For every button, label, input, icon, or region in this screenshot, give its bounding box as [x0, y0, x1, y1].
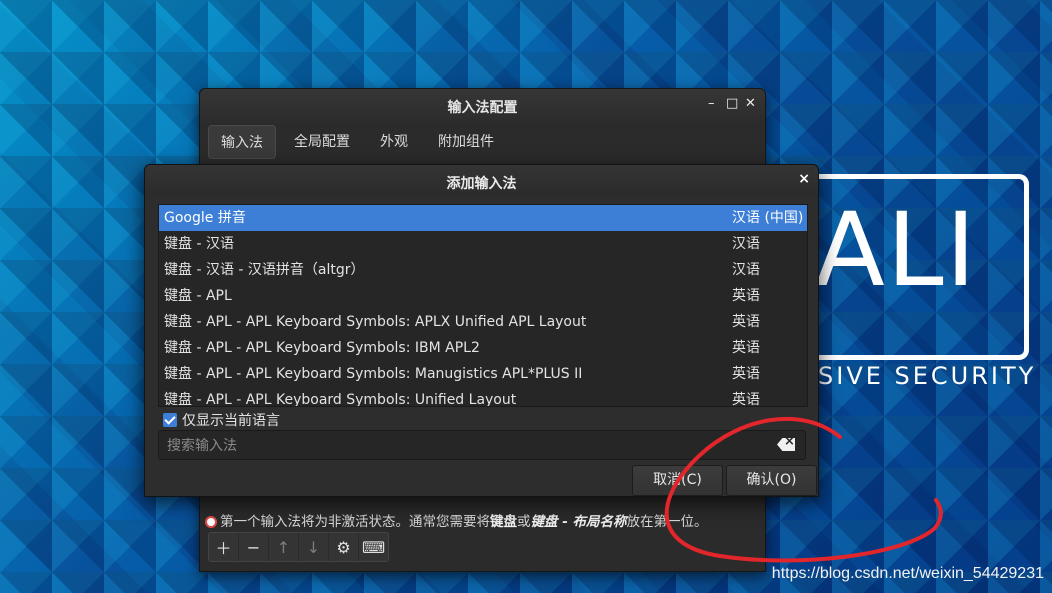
list-item[interactable]: 键盘 - APL - APL Keyboard Symbols: IBM APL…: [159, 335, 807, 361]
list-item-language: 汉语 (中国): [732, 210, 804, 226]
tab-appearance[interactable]: 外观: [368, 125, 420, 159]
list-item[interactable]: 键盘 - APL - APL Keyboard Symbols: Unified…: [159, 387, 807, 407]
list-item-name: 键盘 - APL: [164, 288, 232, 304]
input-method-toolbar: ＋ − ↑ ↓ ⚙ ⌨: [208, 532, 389, 562]
note-suffix: 放在第一位。: [626, 514, 708, 530]
list-item-name: Google 拼音: [164, 210, 246, 226]
close-window-icon[interactable]: ✕: [745, 96, 756, 111]
search-box: [158, 430, 806, 461]
kali-logo-text: ALI: [815, 191, 978, 310]
warning-icon: [205, 516, 217, 528]
list-item-name: 键盘 - 汉语: [164, 236, 234, 252]
list-item-language: 英语: [732, 288, 760, 304]
minimize-icon[interactable]: –: [708, 96, 715, 111]
input-method-list[interactable]: Google 拼音 汉语 (中国) 键盘 - 汉语 汉语 键盘 - 汉语 - 汉…: [158, 204, 808, 407]
tab-addons[interactable]: 附加组件: [426, 125, 506, 159]
search-input[interactable]: [159, 431, 769, 461]
list-item[interactable]: 键盘 - APL - APL Keyboard Symbols: APLX Un…: [159, 309, 807, 335]
list-item[interactable]: 键盘 - 汉语 - 汉语拼音（altgr） 汉语: [159, 257, 807, 283]
source-watermark: https://blog.csdn.net/weixin_54429231: [771, 565, 1044, 582]
list-item-name: 键盘 - APL - APL Keyboard Symbols: IBM APL…: [164, 340, 480, 356]
settings-gear-icon[interactable]: ⚙: [329, 533, 359, 561]
move-down-icon[interactable]: ↓: [299, 533, 329, 561]
list-item[interactable]: 键盘 - APL - APL Keyboard Symbols: Manugis…: [159, 361, 807, 387]
list-item[interactable]: 键盘 - 汉语 汉语: [159, 231, 807, 257]
current-language-filter[interactable]: 仅显示当前语言: [163, 410, 280, 430]
window-title: 输入法配置: [447, 100, 518, 116]
add-input-method-dialog: 添加输入法 × Google 拼音 汉语 (中国) 键盘 - 汉语 汉语 键盘 …: [144, 164, 819, 497]
window-titlebar[interactable]: 输入法配置 – □ ✕: [200, 89, 765, 123]
dialog-titlebar[interactable]: 添加输入法 ×: [145, 165, 818, 197]
list-item[interactable]: Google 拼音 汉语 (中国): [159, 205, 807, 231]
note-bold-layout: 键盘 - 布局名称: [530, 514, 627, 530]
ok-button[interactable]: 确认(O): [726, 465, 817, 496]
list-item-language: 汉语: [732, 262, 760, 278]
keyboard-icon[interactable]: ⌨: [359, 533, 388, 561]
note-bold-keyboard: 键盘: [490, 514, 517, 530]
list-item-name: 键盘 - 汉语 - 汉语拼音（altgr）: [164, 262, 365, 278]
list-item-language: 汉语: [732, 236, 760, 252]
list-item-language: 英语: [732, 314, 760, 330]
dialog-title: 添加输入法: [446, 176, 517, 192]
tab-input-method[interactable]: 输入法: [208, 125, 276, 159]
list-item-language: 英语: [732, 392, 760, 407]
checkbox-label: 仅显示当前语言: [182, 413, 280, 429]
kali-logo-subtitle: SIVE SECURITY: [818, 362, 1037, 390]
only-current-language-checkbox[interactable]: [163, 413, 177, 427]
list-item[interactable]: 键盘 - APL 英语: [159, 283, 807, 309]
tab-global-config[interactable]: 全局配置: [282, 125, 362, 159]
cancel-button[interactable]: 取消(C): [632, 465, 723, 496]
list-item-name: 键盘 - APL - APL Keyboard Symbols: APLX Un…: [164, 314, 587, 330]
clear-search-icon[interactable]: [777, 438, 795, 451]
config-tabs: 输入法 全局配置 外观 附加组件: [208, 125, 506, 159]
note-text: 第一个输入法将为非激活状态。通常您需要将: [220, 514, 490, 530]
list-item-name: 键盘 - APL - APL Keyboard Symbols: Unified…: [164, 392, 517, 407]
first-input-method-note: 第一个输入法将为非激活状态。通常您需要将键盘或键盘 - 布局名称放在第一位。: [205, 510, 708, 530]
remove-icon[interactable]: −: [239, 533, 269, 561]
list-item-name: 键盘 - APL - APL Keyboard Symbols: Manugis…: [164, 366, 583, 382]
maximize-icon[interactable]: □: [726, 96, 738, 111]
list-item-language: 英语: [732, 366, 760, 382]
move-up-icon[interactable]: ↑: [269, 533, 299, 561]
note-or: 或: [517, 514, 531, 530]
add-icon[interactable]: ＋: [209, 533, 239, 561]
close-icon[interactable]: ×: [798, 171, 810, 187]
list-item-language: 英语: [732, 340, 760, 356]
